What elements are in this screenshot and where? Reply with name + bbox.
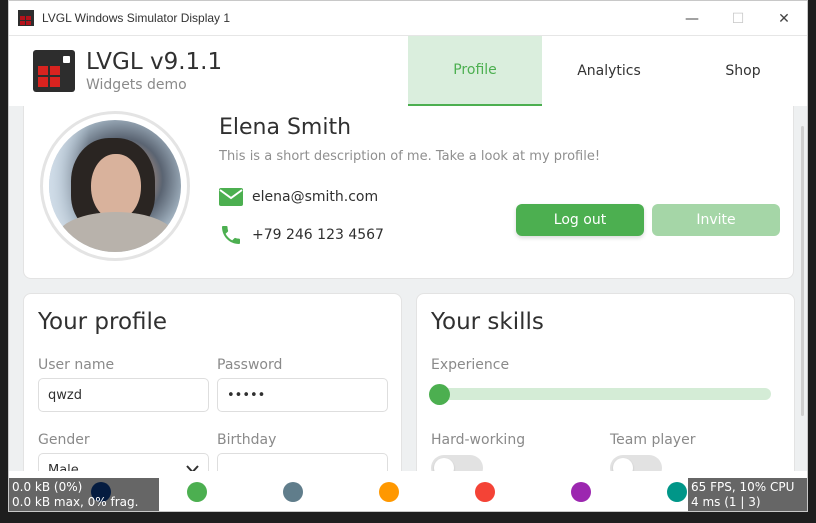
window-titlebar[interactable]: LVGL Windows Simulator Display 1 — ☐ ✕ [9, 1, 807, 36]
app-header: LVGL v9.1.1 Widgets demo Profile Analyti… [9, 36, 807, 106]
tab-shop[interactable]: Shop [676, 36, 807, 106]
tab-analytics[interactable]: Analytics [542, 36, 676, 106]
profile-card: Elena Smith This is a short description … [23, 106, 794, 279]
color-dot-blue-grey[interactable] [283, 482, 303, 502]
your-profile-title: Your profile [38, 309, 168, 335]
memory-monitor: 0.0 kB (0%) 0.0 kB max, 0% frag. [9, 478, 159, 511]
email-text: elena@smith.com [252, 189, 379, 205]
experience-slider-knob[interactable] [429, 384, 450, 405]
password-field[interactable]: ••••• [217, 378, 388, 412]
desktop-background-right [808, 0, 816, 523]
color-dot-teal[interactable] [667, 482, 687, 502]
log-out-button[interactable]: Log out [516, 204, 644, 236]
experience-slider[interactable] [433, 388, 771, 400]
tab-content[interactable]: Elena Smith This is a short description … [9, 106, 807, 511]
gender-label: Gender [38, 432, 90, 448]
profile-description: This is a short description of me. Take … [219, 149, 601, 164]
hard-working-label: Hard-working [431, 432, 526, 448]
password-label: Password [217, 357, 283, 373]
render-time: 4 ms (1 | 3) [691, 495, 761, 509]
color-dot-purple[interactable] [571, 482, 591, 502]
minimize-button[interactable]: — [669, 1, 715, 36]
fps-cpu: 65 FPS, 10% CPU [691, 480, 795, 494]
birthday-label: Birthday [217, 432, 277, 448]
your-skills-title: Your skills [431, 309, 544, 335]
color-dot-orange[interactable] [379, 482, 399, 502]
app-title: LVGL v9.1.1 [86, 49, 223, 75]
experience-label: Experience [431, 357, 510, 373]
avatar-frame [40, 111, 190, 261]
lvgl-logo-icon [33, 50, 75, 92]
memory-max: 0.0 kB max, 0% frag. [12, 495, 139, 509]
email-row: elena@smith.com [219, 188, 378, 206]
username-field[interactable]: qwzd [38, 378, 209, 412]
maximize-button[interactable]: ☐ [715, 1, 761, 36]
team-player-label: Team player [610, 432, 696, 448]
tab-profile[interactable]: Profile [408, 36, 542, 106]
window-title: LVGL Windows Simulator Display 1 [42, 11, 231, 25]
phone-text: +79 246 123 4567 [252, 227, 384, 243]
content-scrollbar[interactable] [801, 126, 804, 416]
profile-name: Elena Smith [219, 115, 352, 140]
color-dot-red[interactable] [475, 482, 495, 502]
lvgl-app-icon [18, 10, 34, 26]
avatar [49, 120, 181, 252]
close-button[interactable]: ✕ [761, 1, 807, 36]
window-controls: — ☐ ✕ [669, 1, 807, 36]
phone-icon [222, 226, 240, 244]
color-dot-green[interactable] [187, 482, 207, 502]
invite-button[interactable]: Invite [652, 204, 780, 236]
memory-usage: 0.0 kB (0%) [12, 480, 83, 494]
envelope-icon [219, 188, 243, 206]
simulator-window: LVGL Windows Simulator Display 1 — ☐ ✕ L… [8, 0, 808, 512]
username-label: User name [38, 357, 115, 373]
phone-row: +79 246 123 4567 [219, 223, 384, 247]
app-subtitle: Widgets demo [86, 77, 187, 93]
performance-monitor: 65 FPS, 10% CPU 4 ms (1 | 3) [688, 478, 807, 511]
tab-bar: Profile Analytics Shop [408, 36, 807, 106]
